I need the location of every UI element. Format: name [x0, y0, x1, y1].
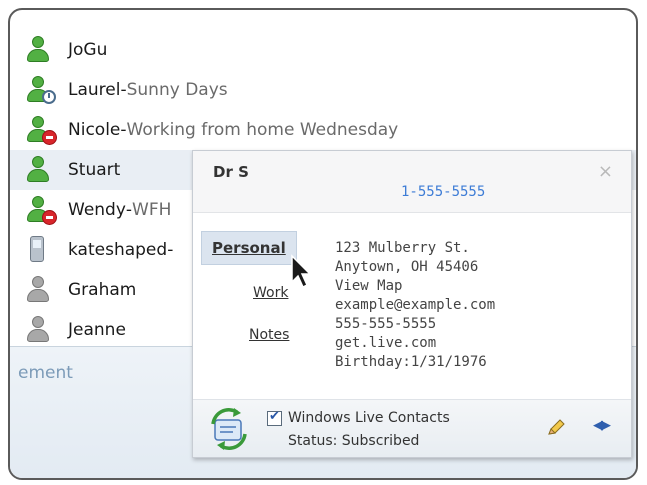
- busy-badge-icon: [42, 130, 57, 145]
- contact-name: Nicole: [68, 120, 121, 140]
- card-phone-link[interactable]: 1-555-5555: [401, 184, 485, 200]
- person-online-icon: [22, 34, 66, 66]
- subscribe-checkbox[interactable]: [267, 409, 282, 426]
- birthday-value: Birthday:1/31/1976: [335, 354, 487, 370]
- contact-status-message: Sunny Days: [126, 80, 228, 100]
- mouse-cursor-icon: [291, 254, 312, 289]
- status-separator: -: [167, 240, 174, 260]
- contact-item-laurel[interactable]: Laurel - Sunny Days: [10, 70, 636, 110]
- contact-name: Stuart: [68, 160, 121, 180]
- view-map-link[interactable]: View Map: [335, 277, 495, 296]
- card-details: 123 Mulberry St. Anytown, OH 45406 View …: [335, 239, 495, 372]
- source-name: Windows Live Contacts: [288, 410, 450, 426]
- contact-name: Graham: [68, 280, 137, 300]
- contact-item-nicole[interactable]: Nicole - Working from home Wednesday: [10, 110, 636, 150]
- phone-value: 555-555-5555: [335, 316, 437, 332]
- bottom-panel-link[interactable]: ement: [18, 363, 73, 383]
- person-offline-icon: [22, 314, 66, 346]
- contact-status-message: Working from home Wednesday: [126, 120, 399, 140]
- person-busy-icon: [22, 194, 66, 226]
- contact-item-jogu[interactable]: JoGu: [10, 30, 636, 70]
- person-away-icon: [22, 74, 66, 106]
- busy-badge-icon: [42, 210, 57, 225]
- tab-notes[interactable]: Notes: [249, 327, 289, 343]
- contact-status-message: WFH: [132, 200, 172, 220]
- contact-name: Laurel: [68, 80, 121, 100]
- contact-card-popup: Dr S × 1-555-5555 Personal Work Notes 12…: [192, 150, 632, 458]
- contact-name: kateshaped: [68, 240, 168, 260]
- clock-badge-icon: [42, 90, 56, 104]
- card-footer: Windows Live Contacts Status: Subscribed…: [193, 399, 631, 457]
- expand-arrows-icon[interactable]: ◀▶: [593, 418, 611, 433]
- sync-contacts-icon: [211, 408, 247, 450]
- person-busy-icon: [22, 114, 66, 146]
- card-contact-name: Dr S: [213, 163, 249, 181]
- subscription-status: Status: Subscribed: [288, 433, 420, 449]
- tab-personal[interactable]: Personal: [201, 231, 297, 265]
- pencil-icon[interactable]: [545, 417, 567, 439]
- contact-name: Wendy: [68, 200, 126, 220]
- mobile-phone-icon: [22, 234, 66, 266]
- person-offline-icon: [22, 274, 66, 306]
- tab-work[interactable]: Work: [253, 285, 288, 301]
- email-value: example@example.com: [335, 297, 496, 313]
- contact-name: JoGu: [68, 40, 108, 60]
- person-online-icon: [22, 154, 66, 186]
- address-line-2: Anytown, OH 45406: [335, 259, 479, 275]
- website-value: get.live.com: [335, 335, 437, 351]
- close-icon[interactable]: ×: [598, 161, 613, 182]
- address-line-1: 123 Mulberry St.: [335, 240, 470, 256]
- contact-name: Jeanne: [68, 320, 126, 340]
- card-header: Dr S × 1-555-5555: [193, 151, 631, 213]
